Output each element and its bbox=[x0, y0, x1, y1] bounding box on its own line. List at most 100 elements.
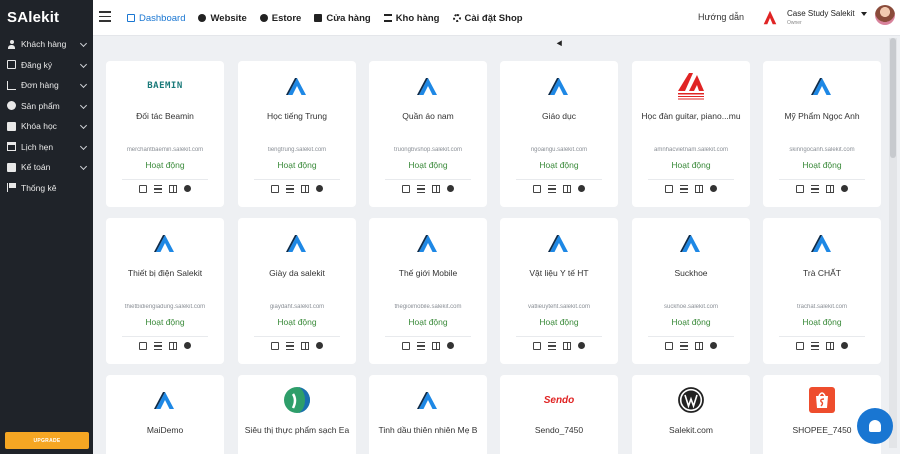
list-icon[interactable] bbox=[680, 342, 688, 350]
shop-domain[interactable]: thegioimobile.salekit.com bbox=[373, 304, 483, 310]
shop-name[interactable]: Tinh dầu thiên nhiên Mẹ B bbox=[373, 425, 483, 435]
shop-name[interactable]: Siêu thị thực phẩm sạch Ea bbox=[242, 425, 352, 435]
sidebar-item[interactable]: Khách hàng bbox=[0, 34, 93, 55]
nav-item[interactable]: Kho hàng bbox=[383, 13, 440, 24]
shop-domain[interactable]: amnhacvietnam.salekit.com bbox=[636, 147, 746, 153]
gear-icon[interactable] bbox=[447, 342, 454, 349]
keyboard-icon[interactable] bbox=[665, 342, 673, 350]
keyboard-icon[interactable] bbox=[271, 185, 279, 193]
shop-name[interactable]: Sendo_7450 bbox=[504, 425, 614, 435]
sidebar-item[interactable]: Kế toán bbox=[0, 157, 93, 178]
columns-icon[interactable] bbox=[432, 342, 440, 350]
shop-name[interactable]: Thế giới Mobile bbox=[373, 268, 483, 278]
list-icon[interactable] bbox=[417, 342, 425, 350]
sidebar-item[interactable]: Thống kê bbox=[0, 178, 93, 199]
shop-name[interactable]: Quần áo nam bbox=[373, 111, 483, 121]
gear-icon[interactable] bbox=[184, 185, 191, 192]
shop-card[interactable]: Thế giới Mobile thegioimobile.salekit.com… bbox=[369, 218, 487, 364]
sidebar-item[interactable]: Đơn hàng bbox=[0, 75, 93, 96]
account-dropdown-icon[interactable] bbox=[861, 12, 867, 16]
shop-card[interactable]: Suckhoe suckhoe.salekit.com Hoạt động bbox=[632, 218, 750, 364]
nav-item[interactable]: Dashboard bbox=[127, 13, 185, 24]
shop-card[interactable]: Siêu thị thực phẩm sạch Ea bbox=[238, 375, 356, 454]
list-icon[interactable] bbox=[154, 185, 162, 193]
gear-icon[interactable] bbox=[316, 185, 323, 192]
shop-card[interactable]: Giày da salekit giaydaht.salekit.com Hoạt … bbox=[238, 218, 356, 364]
keyboard-icon[interactable] bbox=[271, 342, 279, 350]
columns-icon[interactable] bbox=[695, 342, 703, 350]
shop-domain[interactable]: giaydaht.salekit.com bbox=[242, 304, 352, 310]
shop-card[interactable]: Mỹ Phẩm Ngọc Anh skinngocanh.salekit.com H… bbox=[763, 61, 881, 207]
columns-icon[interactable] bbox=[826, 185, 834, 193]
shop-name[interactable]: Mỹ Phẩm Ngọc Anh bbox=[767, 111, 877, 121]
sidebar-item[interactable]: Sản phẩm bbox=[0, 96, 93, 117]
shop-name[interactable]: Salekit.com bbox=[636, 425, 746, 435]
shop-name[interactable]: Thiết bị điện Salekit bbox=[110, 268, 220, 278]
columns-icon[interactable] bbox=[169, 185, 177, 193]
columns-icon[interactable] bbox=[169, 342, 177, 350]
chat-button[interactable] bbox=[857, 408, 893, 444]
guide-link[interactable]: Hướng dẫn bbox=[698, 12, 744, 22]
avatar[interactable] bbox=[875, 5, 895, 25]
shop-card[interactable]: Học đàn guitar, piano...mu amnhacvietnam.… bbox=[632, 61, 750, 207]
gear-icon[interactable] bbox=[710, 185, 717, 192]
list-icon[interactable] bbox=[286, 342, 294, 350]
columns-icon[interactable] bbox=[695, 185, 703, 193]
sidebar-item[interactable]: Khóa học bbox=[0, 116, 93, 137]
shop-name[interactable]: MaiDemo bbox=[110, 425, 220, 435]
shop-card[interactable]: Giáo dục ngoaingu.salekit.com Hoạt động bbox=[500, 61, 618, 207]
shop-name[interactable]: Học tiếng Trung bbox=[242, 111, 352, 121]
keyboard-icon[interactable] bbox=[796, 185, 804, 193]
list-icon[interactable] bbox=[417, 185, 425, 193]
shop-name[interactable]: Suckhoe bbox=[636, 268, 746, 278]
keyboard-icon[interactable] bbox=[533, 342, 541, 350]
shop-card[interactable]: Salekit.com bbox=[632, 375, 750, 454]
keyboard-icon[interactable] bbox=[402, 342, 410, 350]
shop-card[interactable]: Vật liệu Y tế HT vatlieuyteht.salekit.com… bbox=[500, 218, 618, 364]
nav-item[interactable]: Estore bbox=[259, 13, 301, 24]
list-icon[interactable] bbox=[811, 185, 819, 193]
gear-icon[interactable] bbox=[184, 342, 191, 349]
columns-icon[interactable] bbox=[301, 342, 309, 350]
brand-logo[interactable]: SAlekit bbox=[0, 0, 93, 34]
columns-icon[interactable] bbox=[301, 185, 309, 193]
shop-domain[interactable]: trachat.salekit.com bbox=[767, 304, 877, 310]
columns-icon[interactable] bbox=[563, 185, 571, 193]
gear-icon[interactable] bbox=[710, 342, 717, 349]
upgrade-button[interactable]: UPGRADE bbox=[5, 432, 89, 449]
shop-domain[interactable]: thietbidiengiadung.salekit.com bbox=[110, 304, 220, 310]
shop-card[interactable]: Trà CHẤT trachat.salekit.com Hoạt động bbox=[763, 218, 881, 364]
list-icon[interactable] bbox=[286, 185, 294, 193]
gear-icon[interactable] bbox=[841, 185, 848, 192]
shop-name[interactable]: Trà CHẤT bbox=[767, 268, 877, 278]
keyboard-icon[interactable] bbox=[139, 342, 147, 350]
shop-card[interactable]: Thiết bị điện Salekit thietbidiengiadung.… bbox=[106, 218, 224, 364]
keyboard-icon[interactable] bbox=[533, 185, 541, 193]
scrollbar[interactable] bbox=[889, 38, 897, 448]
keyboard-icon[interactable] bbox=[402, 185, 410, 193]
gear-icon[interactable] bbox=[578, 185, 585, 192]
shop-name[interactable]: Vật liệu Y tế HT bbox=[504, 268, 614, 278]
shop-domain[interactable]: truongbvshop.salekit.com bbox=[373, 147, 483, 153]
shop-domain[interactable]: merchantbaemin.salekit.com bbox=[110, 147, 220, 153]
list-icon[interactable] bbox=[548, 185, 556, 193]
shop-card[interactable]: MaiDemo bbox=[106, 375, 224, 454]
gear-icon[interactable] bbox=[578, 342, 585, 349]
list-icon[interactable] bbox=[154, 342, 162, 350]
shop-card[interactable]: Học tiếng Trung tiengtrung.salekit.com Hoạ… bbox=[238, 61, 356, 207]
nav-item[interactable]: Cài đặt Shop bbox=[452, 13, 523, 24]
shop-name[interactable]: Giáo dục bbox=[504, 111, 614, 121]
account-name[interactable]: Case Study Salekit bbox=[787, 9, 855, 18]
sidebar-item[interactable]: Đăng ký bbox=[0, 55, 93, 76]
shop-name[interactable]: Học đàn guitar, piano...mu bbox=[636, 111, 746, 121]
columns-icon[interactable] bbox=[826, 342, 834, 350]
nav-item[interactable]: Cửa hàng bbox=[314, 13, 371, 24]
shop-domain[interactable]: suckhoe.salekit.com bbox=[636, 304, 746, 310]
shop-card[interactable]: Tinh dầu thiên nhiên Mẹ B bbox=[369, 375, 487, 454]
shop-domain[interactable]: tiengtrung.salekit.com bbox=[242, 147, 352, 153]
columns-icon[interactable] bbox=[432, 185, 440, 193]
menu-toggle-icon[interactable] bbox=[99, 11, 111, 22]
shop-domain[interactable]: skinngocanh.salekit.com bbox=[767, 147, 877, 153]
gear-icon[interactable] bbox=[841, 342, 848, 349]
shop-name[interactable]: Giày da salekit bbox=[242, 268, 352, 278]
